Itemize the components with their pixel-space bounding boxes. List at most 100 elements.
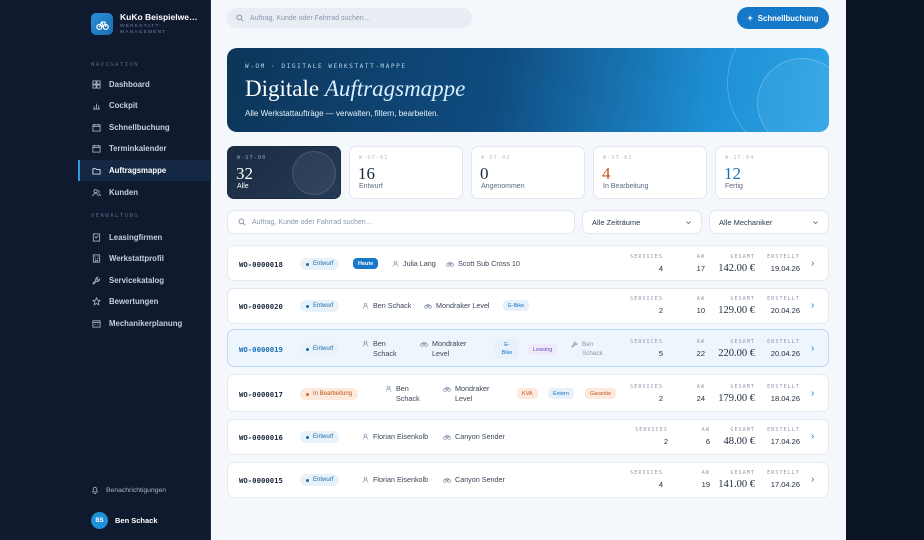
- bike: Canyon Sender: [443, 432, 505, 442]
- chevron-right-icon[interactable]: ›: [811, 300, 814, 311]
- hero-banner: W-OM · DIGITALE WERKSTATT-MAPPE Digitale…: [227, 48, 829, 132]
- aw-label: AW: [701, 427, 710, 433]
- chevron-down-icon: [813, 220, 818, 224]
- stat-card-fertig[interactable]: W-ST-04 12 Fertig: [715, 146, 829, 199]
- nav-section-title: NAVIGATION: [91, 62, 140, 68]
- chevron-right-icon[interactable]: ›: [811, 388, 814, 399]
- notifications-link[interactable]: Benachrichtigungen: [91, 486, 166, 494]
- users-icon: [92, 189, 101, 197]
- wrench-icon: [571, 341, 578, 348]
- bike-icon: [446, 261, 454, 267]
- total-label: GESAMT: [730, 254, 755, 260]
- nav-item-terminkalender[interactable]: Terminkalender: [78, 138, 211, 159]
- page-margin: [846, 0, 924, 540]
- stat-card-entwurf[interactable]: W-ST-01 16 Entwurf: [349, 146, 463, 199]
- status-badge: Entwurf: [300, 474, 340, 486]
- global-search-input[interactable]: Auftrag, Kunde oder Fahrrad suchen…: [227, 8, 472, 28]
- nav-item-label: Dashboard: [109, 80, 150, 89]
- bike-logo-icon: [91, 13, 113, 35]
- services-count: 4: [658, 264, 663, 273]
- brand[interactable]: KuKo Beispielwer… WERKSTATT-MANAGEMENT: [91, 12, 200, 36]
- mechanic-select[interactable]: Alle Mechaniker: [709, 210, 829, 234]
- quick-booking-button[interactable]: + Schnellbuchung: [737, 7, 829, 29]
- bike: Canyon Sender: [443, 475, 505, 485]
- period-select[interactable]: Alle Zeiträume: [582, 210, 702, 234]
- bike-icon: [443, 434, 451, 440]
- table-row[interactable]: WO-0000019 Entwurf Ben Schack Mondraker …: [227, 329, 829, 367]
- aw-value: 19: [701, 480, 710, 489]
- customer: Florian Eisenkolb: [362, 432, 428, 442]
- nav-item-cockpit[interactable]: Cockpit: [78, 95, 211, 116]
- bike-icon: [424, 303, 432, 309]
- nav-item-schnellbuchung[interactable]: Schnellbuchung: [78, 117, 211, 138]
- nav-item-auftragsmappe[interactable]: Auftragsmappe: [78, 160, 211, 181]
- global-search-placeholder: Auftrag, Kunde oder Fahrrad suchen…: [250, 14, 371, 22]
- nav-item-label: Kunden: [109, 188, 139, 197]
- services-label: SERVICES: [635, 427, 668, 433]
- services-count: 2: [658, 306, 663, 315]
- table-row[interactable]: WO-0000020 Entwurf Ben Schack Mondraker …: [227, 288, 829, 324]
- total-price: 142.00 €: [718, 263, 755, 274]
- nav-item-kunden[interactable]: Kunden: [78, 182, 211, 203]
- bike: Mondraker Level: [443, 384, 503, 404]
- nav-item-bewertungen[interactable]: Bewertungen: [78, 291, 211, 312]
- quick-booking-label: Schnellbuchung: [757, 13, 819, 23]
- user-icon: [362, 433, 369, 440]
- total-label: GESAMT: [730, 470, 755, 476]
- stat-card-all[interactable]: W-ST-00 32 Alle: [227, 146, 341, 199]
- services-count: 2: [658, 394, 663, 403]
- stat-label: Angenommen: [481, 183, 525, 190]
- nav-item-servicekatalog[interactable]: Servicekatalog: [78, 270, 211, 291]
- aw-label: AW: [696, 339, 705, 345]
- chevron-right-icon[interactable]: ›: [811, 474, 814, 485]
- services-label: SERVICES: [630, 254, 663, 260]
- stat-value: 12: [724, 164, 741, 183]
- main-content: Auftrag, Kunde oder Fahrrad suchen… + Sc…: [211, 0, 846, 540]
- stat-code: W-ST-03: [603, 155, 633, 161]
- services-count: 5: [658, 349, 663, 358]
- stat-card-angenommen[interactable]: W-ST-02 0 Angenommen: [471, 146, 585, 199]
- ebike-chip: E-Bike: [495, 339, 519, 359]
- wrench-icon: [92, 276, 101, 285]
- mechanic: Ben Schack: [571, 340, 609, 358]
- user-name: Ben Schack: [115, 516, 158, 525]
- nav-item-label: Mechanikerplanung: [109, 319, 183, 328]
- total-price: 129.00 €: [718, 305, 755, 316]
- aw-value: 22: [696, 349, 705, 358]
- chevron-down-icon: [686, 220, 691, 224]
- schedule-icon: [92, 320, 101, 328]
- order-search-input[interactable]: Auftrag, Kunde oder Fahrrad suchen…: [227, 210, 575, 234]
- total-label: GESAMT: [730, 339, 755, 345]
- table-row[interactable]: WO-0000016 Entwurf Florian Eisenkolb Can…: [227, 419, 829, 455]
- nav-item-label: Schnellbuchung: [109, 123, 170, 132]
- table-row[interactable]: WO-0000015 Entwurf Florian Eisenkolb Can…: [227, 462, 829, 498]
- stat-card-in-bearbeitung[interactable]: W-ST-03 4 In Bearbeitung: [593, 146, 707, 199]
- period-select-value: Alle Zeiträume: [592, 217, 641, 227]
- nav-item-mechanikerplanung[interactable]: Mechanikerplanung: [78, 313, 211, 334]
- chevron-right-icon[interactable]: ›: [811, 258, 814, 269]
- aw-value: 24: [696, 394, 705, 403]
- user-profile[interactable]: BS Ben Schack: [91, 512, 158, 529]
- total-label: GESAMT: [730, 296, 755, 302]
- today-chip: Heute: [353, 258, 379, 269]
- stat-label: In Bearbeitung: [603, 183, 649, 190]
- stat-code: W-ST-04: [725, 155, 755, 161]
- chevron-right-icon[interactable]: ›: [811, 343, 814, 354]
- mechanic-select-value: Alle Mechaniker: [719, 217, 773, 227]
- aw-label: AW: [696, 254, 705, 260]
- nav-item-dashboard[interactable]: Dashboard: [78, 74, 211, 95]
- nav-item-werkstattprofil[interactable]: Werkstattprofil: [78, 248, 211, 269]
- user-icon: [362, 476, 369, 483]
- nav-item-leasingfirmen[interactable]: Leasingfirmen: [78, 227, 211, 248]
- nav-section-title: VERWALTUNG: [91, 213, 140, 219]
- services-count: 4: [658, 480, 663, 489]
- nav-item-label: Auftragsmappe: [109, 166, 167, 175]
- hero-kicker: W-OM · DIGITALE WERKSTATT-MAPPE: [245, 63, 407, 70]
- table-row[interactable]: WO-0000017 In Bearbeitung Ben Schack Mon…: [227, 374, 829, 412]
- stat-label: Alle: [237, 183, 249, 190]
- table-row[interactable]: WO-0000018 Entwurf Heute Julia Lang Scot…: [227, 245, 829, 281]
- chevron-right-icon[interactable]: ›: [811, 431, 814, 442]
- services-label: SERVICES: [630, 384, 663, 390]
- status-badge: In Bearbeitung: [300, 388, 359, 400]
- calendar-icon: [92, 123, 101, 132]
